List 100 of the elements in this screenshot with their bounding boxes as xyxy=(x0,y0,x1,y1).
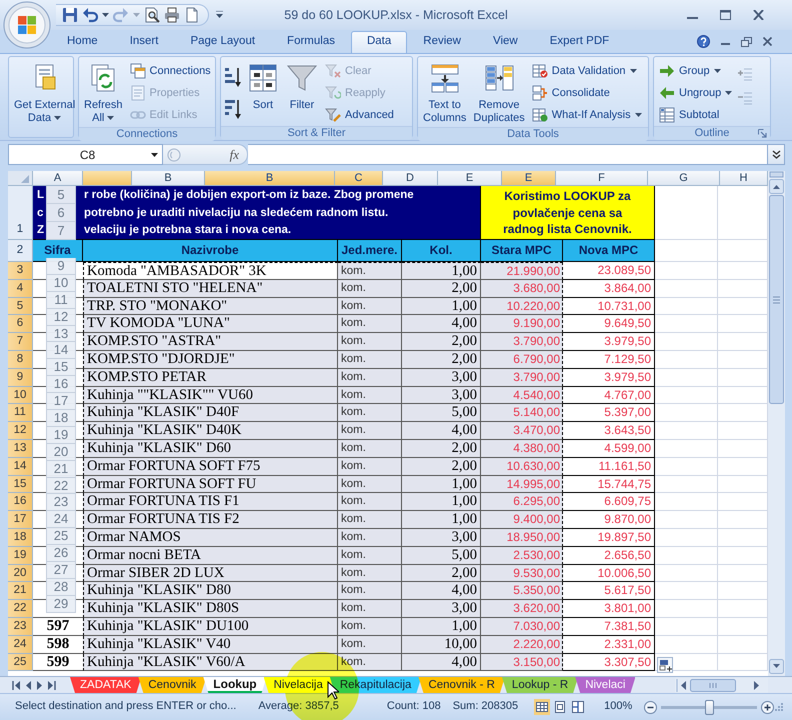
sheet-tab[interactable]: Lookup xyxy=(203,677,267,693)
column-header[interactable]: B xyxy=(132,171,205,186)
ribbon-tab[interactable]: Page Layout xyxy=(174,31,272,53)
row-header[interactable]: 4 xyxy=(8,280,33,298)
ribbon-tab[interactable]: Review xyxy=(407,31,477,53)
maximize-icon[interactable] xyxy=(720,10,731,20)
help-icon[interactable] xyxy=(697,35,710,48)
ribbon-tab[interactable]: Formulas xyxy=(271,31,351,53)
row-header[interactable]: 10 xyxy=(8,386,33,404)
ribbon-tab[interactable]: Data xyxy=(350,31,408,53)
ribbon-button[interactable]: Consolidate xyxy=(530,82,644,104)
column-header[interactable]: E xyxy=(502,171,556,186)
page-magnifier-icon[interactable] xyxy=(144,7,160,23)
row-header[interactable]: 6 xyxy=(8,315,33,334)
ribbon-button[interactable]: Get External Data xyxy=(12,60,78,127)
zoom-in-icon[interactable] xyxy=(761,700,774,714)
vertical-scrollbar[interactable] xyxy=(768,171,785,676)
ribbon-button[interactable]: Data Validation xyxy=(530,60,644,82)
column-header[interactable]: G xyxy=(648,171,720,186)
table-cell: 1,00 xyxy=(402,511,481,529)
column-header[interactable]: H xyxy=(720,171,768,186)
sheet-tab[interactable]: Cenovnik - R xyxy=(418,677,505,693)
row-header[interactable]: 17 xyxy=(8,511,33,529)
table-cell: 7.030,00 xyxy=(481,618,563,636)
row-header[interactable]: 21 xyxy=(8,582,33,600)
blank-page-icon[interactable] xyxy=(184,7,200,23)
ribbon-button[interactable]: What-If Analysis xyxy=(530,104,644,126)
ribbon-button[interactable]: Text to Columns xyxy=(421,60,468,127)
close-icon[interactable] xyxy=(753,10,764,20)
undo-arrow-icon[interactable] xyxy=(82,7,98,23)
table-cell: kom. xyxy=(338,458,402,476)
insert-function-button[interactable]: fx xyxy=(228,146,241,162)
dialog-launcher-icon[interactable] xyxy=(758,129,767,138)
row-header[interactable]: 2 xyxy=(8,240,33,262)
zoom-level[interactable]: 100% xyxy=(604,700,632,714)
ribbon-tab[interactable]: View xyxy=(477,31,534,53)
row-header[interactable]: 19 xyxy=(8,546,33,565)
ribbon-button[interactable]: Subtotal xyxy=(657,104,734,126)
funnel-pencil-icon xyxy=(325,107,341,123)
skip-end-icon[interactable] xyxy=(47,680,56,690)
banner-text: L xyxy=(37,188,44,203)
printer-icon[interactable] xyxy=(164,7,180,23)
restore-icon[interactable] xyxy=(741,36,752,46)
grid-view-icon[interactable] xyxy=(534,699,550,715)
triangle-right-icon[interactable] xyxy=(36,680,43,690)
column-header[interactable]: B xyxy=(205,171,335,186)
formula-field[interactable] xyxy=(248,144,768,165)
sheet-tab[interactable]: Lookup - R xyxy=(502,677,578,693)
page-break-icon[interactable] xyxy=(570,699,586,715)
table-cell: 3.864,00 xyxy=(563,280,655,298)
splitter-handle-icon[interactable] xyxy=(167,148,181,162)
sheet-tab[interactable]: Nivelaci xyxy=(575,677,636,693)
slider-thumb[interactable] xyxy=(705,700,714,714)
sheet-tab[interactable]: Cenovnik xyxy=(138,677,206,693)
ribbon-button[interactable]: Connections xyxy=(128,60,213,82)
sheet-tab[interactable]: ZADATAK xyxy=(70,677,142,693)
ribbon-button[interactable]: Filter xyxy=(284,60,320,114)
ribbon-button[interactable]: Ungroup xyxy=(657,82,734,104)
ribbon-button[interactable]: Sort xyxy=(245,60,281,114)
table-check-icon xyxy=(532,63,548,79)
row-header[interactable]: 5 xyxy=(8,298,33,316)
column-header[interactable]: F xyxy=(556,171,648,186)
column-header[interactable]: A xyxy=(33,171,83,186)
skip-start-icon[interactable] xyxy=(12,680,21,690)
ribbon-button[interactable]: Refresh All xyxy=(82,60,125,127)
row-header[interactable]: 18 xyxy=(8,528,33,547)
orb-menu-icon[interactable] xyxy=(3,1,51,49)
row-header[interactable]: 12 xyxy=(8,422,33,440)
zoom-out-icon[interactable] xyxy=(644,700,658,714)
row-header[interactable]: 8 xyxy=(8,350,33,369)
row-header[interactable]: 13 xyxy=(8,440,33,458)
column-header[interactable]: E xyxy=(438,171,502,186)
close-icon[interactable] xyxy=(763,37,772,46)
row-header[interactable]: 22 xyxy=(8,600,33,618)
expand-formula-button[interactable] xyxy=(768,144,785,165)
column-header[interactable]: C xyxy=(335,171,383,186)
row-header[interactable]: 1 xyxy=(8,186,33,240)
row-header[interactable]: 23 xyxy=(8,618,33,636)
ribbon-tab[interactable]: Expert PDF xyxy=(534,31,626,53)
row-header[interactable]: 9 xyxy=(8,368,33,387)
ribbon-button[interactable]: Advanced xyxy=(323,104,396,126)
row-header[interactable]: 20 xyxy=(8,564,33,582)
paste-options-icon[interactable] xyxy=(657,657,673,673)
row-header[interactable]: 24 xyxy=(8,636,33,654)
row-header[interactable]: 3 xyxy=(8,262,33,280)
column-header[interactable]: D xyxy=(383,171,438,186)
triangle-left-icon[interactable] xyxy=(25,680,32,690)
ribbon-button[interactable]: Group xyxy=(657,60,734,82)
ribbon-tab[interactable]: Home xyxy=(51,31,114,53)
row-header[interactable]: 16 xyxy=(8,493,33,512)
customize-caret-icon[interactable] xyxy=(215,11,224,19)
ribbon-button[interactable]: Remove Duplicates xyxy=(471,60,527,127)
row-header[interactable]: 11 xyxy=(8,404,33,422)
resize-grip-icon[interactable] xyxy=(774,702,784,712)
row-header[interactable]: 7 xyxy=(8,333,33,351)
row-header[interactable]: 15 xyxy=(8,476,33,494)
banner-text: c xyxy=(37,206,44,220)
ribbon-tab[interactable]: Insert xyxy=(114,31,174,53)
row-header[interactable]: 25 xyxy=(8,654,33,672)
row-header[interactable]: 14 xyxy=(8,458,33,476)
